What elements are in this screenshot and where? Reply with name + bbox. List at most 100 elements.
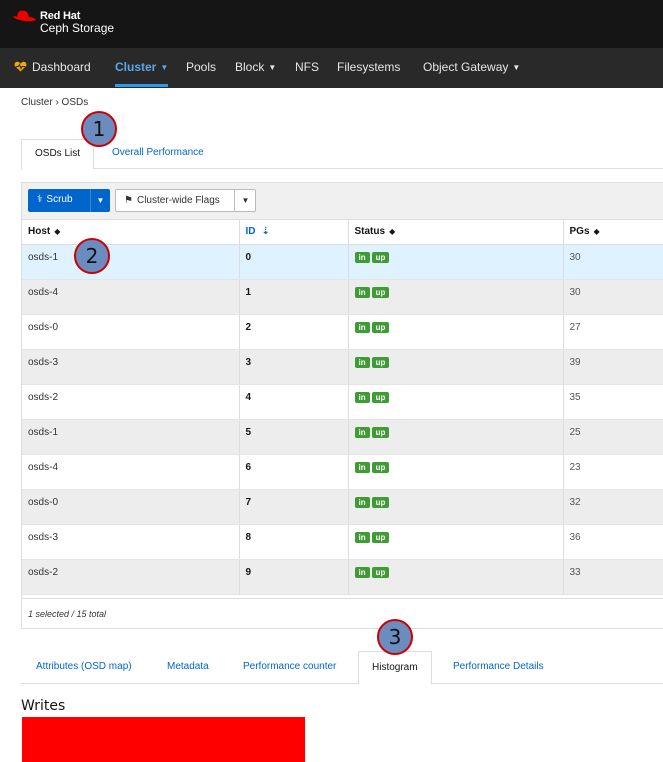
- nav-filesystems[interactable]: Filesystems: [337, 60, 400, 74]
- osd-tabs: OSDs List Overall Performance: [21, 139, 663, 170]
- nav-block[interactable]: Block ▼: [235, 60, 276, 74]
- cell-status: in up: [348, 384, 564, 420]
- nav-dashboard[interactable]: Dashboard: [14, 60, 91, 74]
- flags-label-wrap: ⚑ Cluster-wide Flags: [124, 195, 220, 206]
- table-row[interactable]: osds-4 6 in up 23: [22, 454, 663, 490]
- status-badge-up: up: [371, 251, 390, 263]
- cell-id: 4: [239, 384, 349, 420]
- cell-id: 1: [239, 279, 349, 315]
- table-row[interactable]: osds-0 2 in up 27: [22, 314, 663, 350]
- nav-cluster-label: Cluster: [115, 60, 157, 74]
- scrub-button[interactable]: ⚕ Scrub ▼: [28, 189, 110, 212]
- caret-down-icon: ▼: [96, 196, 105, 205]
- table-toolbar: ⚕ Scrub ▼ ⚑ Cluster-wide Flags ▼: [22, 183, 663, 220]
- cell-id: 0: [239, 244, 349, 280]
- cell-status: in up: [348, 349, 564, 385]
- table-header-row: Host ◆ ID ⇣ Status ◆ PGs ◆: [22, 220, 663, 245]
- cell-status: in up: [348, 524, 564, 560]
- table-row[interactable]: osds-1 5 in up 25: [22, 419, 663, 455]
- cell-pgs: 27: [563, 314, 663, 350]
- table-row[interactable]: osds-1 0 in up 30: [22, 244, 663, 280]
- column-header-status[interactable]: Status ◆: [348, 220, 564, 245]
- status-badge-in: in: [354, 566, 370, 578]
- main-nav: Dashboard Cluster ▼ Pools Block ▼ NFS File…: [0, 48, 663, 88]
- cell-host: osds-4: [22, 279, 240, 315]
- cell-id: 7: [239, 489, 349, 525]
- table-row[interactable]: osds-2 9 in up 33: [22, 559, 663, 595]
- cell-pgs: 30: [563, 244, 663, 280]
- heartbeat-icon: [14, 61, 27, 72]
- nav-object-gateway-label: Object Gateway: [423, 60, 509, 74]
- scrub-dropdown-toggle[interactable]: ▼: [90, 189, 110, 212]
- column-id-label: ID: [245, 226, 256, 238]
- cell-status: in up: [348, 559, 564, 595]
- status-badge-up: up: [371, 566, 390, 578]
- cell-pgs: 23: [563, 454, 663, 490]
- caret-down-icon: ▼: [160, 63, 169, 72]
- table-row[interactable]: osds-2 4 in up 35: [22, 384, 663, 420]
- cell-status: in up: [348, 489, 564, 525]
- osds-table-panel: ⚕ Scrub ▼ ⚑ Cluster-wide Flags ▼ Host ◆ ID ⇣…: [21, 182, 663, 629]
- caret-down-icon: ▼: [512, 63, 521, 72]
- cell-id: 9: [239, 559, 349, 595]
- flag-icon: ⚑: [124, 195, 133, 206]
- column-host-label: Host: [28, 226, 51, 238]
- cell-id: 3: [239, 349, 349, 385]
- table-row[interactable]: osds-3 3 in up 39: [22, 349, 663, 385]
- cell-status: in up: [348, 244, 564, 280]
- cell-id: 2: [239, 314, 349, 350]
- nav-cluster[interactable]: Cluster ▼: [115, 60, 169, 87]
- histogram-heatmap: [22, 717, 305, 762]
- tab-attributes[interactable]: Attributes (OSD map): [23, 651, 145, 684]
- cell-host: osds-0: [22, 314, 240, 350]
- status-badge-up: up: [371, 286, 390, 298]
- table-row[interactable]: osds-3 8 in up 36: [22, 524, 663, 560]
- cell-host: osds-1: [22, 244, 240, 280]
- status-badge-up: up: [371, 356, 390, 368]
- stethoscope-icon: ⚕: [37, 194, 43, 205]
- scrub-label: Scrub: [46, 194, 73, 205]
- cell-status: in up: [348, 454, 564, 490]
- sort-icon: ◆: [54, 227, 61, 237]
- tab-histogram[interactable]: Histogram: [358, 651, 432, 685]
- cell-pgs: 25: [563, 419, 663, 455]
- cell-host: osds-4: [22, 454, 240, 490]
- cell-id: 6: [239, 454, 349, 490]
- column-header-host[interactable]: Host ◆: [22, 220, 240, 245]
- cell-status: in up: [348, 279, 564, 315]
- cell-pgs: 30: [563, 279, 663, 315]
- brand-text[interactable]: Red Hat Ceph Storage: [40, 10, 114, 34]
- table-row[interactable]: osds-0 7 in up 32: [22, 489, 663, 525]
- status-badge-up: up: [371, 496, 390, 508]
- osd-detail-tabs: Attributes (OSD map) Metadata Performanc…: [21, 651, 663, 685]
- annotation-marker-3: 3: [377, 619, 413, 655]
- flags-dropdown-toggle[interactable]: ▼: [234, 189, 256, 212]
- nav-nfs[interactable]: NFS: [295, 60, 319, 74]
- column-header-pgs[interactable]: PGs ◆: [563, 220, 663, 245]
- column-header-id[interactable]: ID ⇣: [239, 220, 349, 245]
- cell-host: osds-3: [22, 524, 240, 560]
- selection-summary: 1 selected / 15 total: [28, 609, 107, 619]
- status-badge-in: in: [354, 286, 370, 298]
- status-badge-in: in: [354, 356, 370, 368]
- nav-object-gateway[interactable]: Object Gateway ▼: [423, 60, 520, 74]
- cell-pgs: 39: [563, 349, 663, 385]
- annotation-marker-2: 2: [74, 238, 110, 274]
- tab-overall-performance[interactable]: Overall Performance: [99, 139, 217, 169]
- cluster-flags-button[interactable]: ⚑ Cluster-wide Flags ▼: [115, 189, 256, 212]
- cell-host: osds-0: [22, 489, 240, 525]
- tab-metadata[interactable]: Metadata: [154, 651, 222, 684]
- tab-osds-list[interactable]: OSDs List: [21, 139, 95, 170]
- nav-pools[interactable]: Pools: [186, 60, 216, 74]
- status-badge-in: in: [354, 251, 370, 263]
- section-title: Writes: [21, 698, 66, 714]
- tab-performance-counter[interactable]: Performance counter: [230, 651, 349, 684]
- table-row[interactable]: osds-4 1 in up 30: [22, 279, 663, 315]
- tab-performance-details[interactable]: Performance Details: [440, 651, 557, 684]
- cell-status: in up: [348, 314, 564, 350]
- status-badge-in: in: [354, 531, 370, 543]
- brand-line2: Ceph Storage: [40, 21, 115, 35]
- caret-down-icon: ▼: [268, 63, 277, 72]
- nav-dashboard-label: Dashboard: [32, 60, 91, 74]
- column-status-label: Status: [354, 226, 386, 238]
